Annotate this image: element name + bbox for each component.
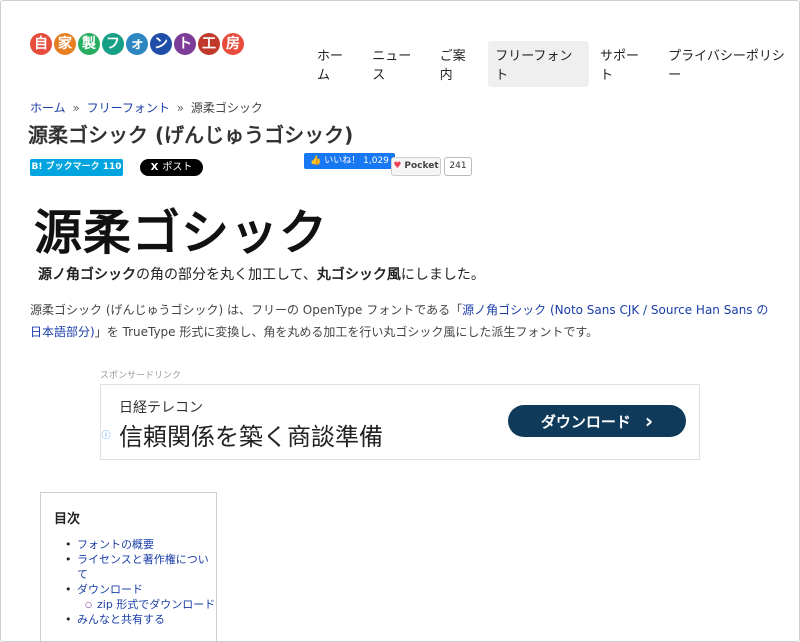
facebook-like-label: いいね！ 1,029 <box>324 156 389 166</box>
ad-headline: 信頼関係を築く商談準備 <box>119 423 383 451</box>
breadcrumb-separator: » <box>176 101 185 115</box>
logo-char: 房 <box>222 33 244 55</box>
breadcrumb-category[interactable]: フリーフォント <box>87 101 170 115</box>
page-title: 源柔ゴシック (げんじゅうゴシック) <box>28 123 354 147</box>
nav-home[interactable]: ホーム <box>310 41 361 87</box>
x-post-label: ポスト <box>162 162 193 173</box>
breadcrumb-home[interactable]: ホーム <box>30 101 66 115</box>
logo-char: 自 <box>30 33 52 55</box>
pocket-count: 241 <box>444 157 472 176</box>
hero-sub-source-font: 源ノ角ゴシック <box>38 267 136 283</box>
hero-subtitle: 源ノ角ゴシックの角の部分を丸く加工して、丸ゴシック風にしました。 <box>38 264 485 284</box>
logo-char: ォ <box>126 33 148 55</box>
facebook-like-button[interactable]: 👍 いいね！ 1,029 <box>304 153 395 169</box>
logo-char: 製 <box>78 33 100 55</box>
breadcrumb: ホーム » フリーフォント » 源柔ゴシック <box>30 99 263 116</box>
logo-char: ト <box>174 33 196 55</box>
nav-privacy[interactable]: プライバシーポリシー <box>661 41 800 87</box>
chevron-right-icon: › <box>644 409 654 433</box>
nav-free-font[interactable]: フリーフォント <box>488 41 590 87</box>
x-icon: X <box>150 162 159 173</box>
main-nav: ホーム ニュース ご案内 フリーフォント サポート プライバシーポリシー <box>310 41 800 87</box>
ad-info-icon[interactable]: ⓘ <box>101 431 111 441</box>
description-text: 源柔ゴシック (げんじゅうゴシック) は、フリーの OpenType フォントで… <box>30 303 463 317</box>
logo-char: ン <box>150 33 172 55</box>
table-of-contents: 目次 フォントの概要 ライセンスと著作権について ダウンロード zip 形式でダ… <box>40 492 217 642</box>
ad-download-label: ダウンロード <box>540 412 631 431</box>
toc-item-license[interactable]: ライセンスと著作権について <box>55 552 216 582</box>
thumbs-up-icon: 👍 <box>310 156 322 166</box>
logo-char: 工 <box>198 33 220 55</box>
pocket-icon: ♥ <box>393 161 402 171</box>
pocket-button[interactable]: ♥ Pocket <box>391 157 441 176</box>
description-paragraph: 源柔ゴシック (げんじゅうゴシック) は、フリーの OpenType フォントで… <box>30 299 770 343</box>
toc-title: 目次 <box>54 512 81 527</box>
toc-item-share[interactable]: みんなと共有する <box>55 612 216 627</box>
hero-sub-text-end: にしました。 <box>400 267 485 283</box>
nav-support[interactable]: サポート <box>593 41 657 87</box>
nav-guide[interactable]: ご案内 <box>433 41 485 87</box>
breadcrumb-current: 源柔ゴシック <box>190 101 263 115</box>
pocket-label: Pocket <box>404 161 439 171</box>
ad-brand: 日経テレコン <box>119 400 203 416</box>
site-logo[interactable]: 自家製フォント工房 <box>30 33 244 55</box>
hero-sub-text: の角の部分を丸く加工して、 <box>136 267 317 283</box>
nav-news[interactable]: ニュース <box>365 41 428 87</box>
sponsored-label: スポンサードリンク <box>100 371 182 381</box>
breadcrumb-separator: » <box>72 101 80 115</box>
description-text-end: 」を TrueType 形式に変換し、角を丸める加工を行い丸ゴシック風にした派生… <box>94 325 599 339</box>
hatena-bookmark-button[interactable]: B! ブックマーク 110 <box>30 159 123 176</box>
toc-item-zip-download[interactable]: zip 形式でダウンロード <box>55 597 216 612</box>
logo-char: フ <box>102 33 124 55</box>
hatena-bookmark-label: B! ブックマーク 110 <box>31 162 122 172</box>
logo-char: 家 <box>54 33 76 55</box>
ad-download-button[interactable]: ダウンロード › <box>508 405 686 437</box>
x-post-button[interactable]: X ポスト <box>140 159 203 176</box>
ad-banner[interactable]: ⓘ 日経テレコン 信頼関係を築く商談準備 ダウンロード › <box>100 384 700 460</box>
hero-font-sample: 源柔ゴシック <box>34 205 329 261</box>
toc-item-download[interactable]: ダウンロード <box>55 582 216 597</box>
toc-list: フォントの概要 ライセンスと著作権について ダウンロード zip 形式でダウンロ… <box>55 537 216 627</box>
hero-sub-style: 丸ゴシック風 <box>316 267 401 283</box>
toc-item-overview[interactable]: フォントの概要 <box>55 537 216 552</box>
